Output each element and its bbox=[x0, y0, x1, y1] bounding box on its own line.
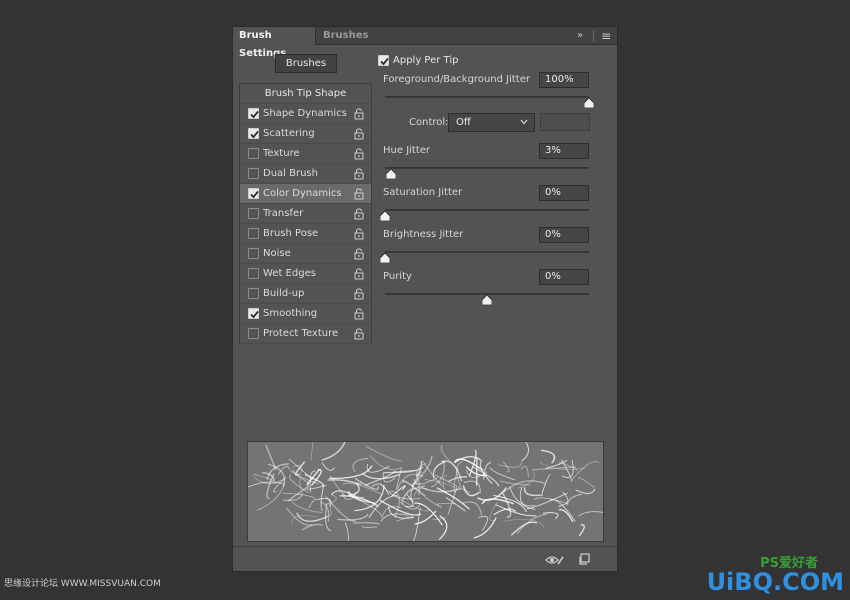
fg-bg-jitter-slider-thumb[interactable] bbox=[584, 98, 594, 108]
list-item-scattering[interactable]: Scattering bbox=[240, 124, 371, 144]
lock-icon[interactable] bbox=[353, 168, 365, 180]
list-item-color-dynamics[interactable]: Color Dynamics bbox=[240, 184, 371, 204]
lock-icon[interactable] bbox=[353, 288, 365, 300]
hue-jitter-slider-thumb[interactable] bbox=[386, 169, 397, 179]
fg-bg-jitter-input[interactable]: 100% bbox=[539, 72, 589, 88]
brush-options-list: Brush Tip Shape Shape Dynamics Scattering… bbox=[239, 83, 372, 344]
new-preset-icon[interactable] bbox=[578, 553, 590, 565]
panel-tab-bar: Brush Settings Brushes » ≡ bbox=[233, 27, 617, 59]
list-item-shape-dynamics[interactable]: Shape Dynamics bbox=[240, 104, 371, 124]
list-item-brush-pose[interactable]: Brush Pose bbox=[240, 224, 371, 244]
transfer-checkbox[interactable] bbox=[248, 208, 259, 219]
shape-dynamics-checkbox[interactable] bbox=[248, 108, 259, 119]
purity-label: Purity bbox=[383, 271, 412, 282]
noise-label: Noise bbox=[263, 248, 291, 259]
saturation-jitter-input[interactable]: 0% bbox=[539, 185, 589, 201]
checkmark-icon bbox=[250, 190, 259, 199]
hue-jitter-track[interactable] bbox=[385, 167, 589, 169]
checkmark-icon bbox=[250, 310, 259, 319]
panel-bottom-bar bbox=[233, 546, 617, 571]
purity-slider-thumb[interactable] bbox=[482, 295, 492, 305]
tab-separator bbox=[315, 27, 316, 45]
double-chevron-right-icon[interactable]: » bbox=[577, 30, 583, 42]
lock-icon[interactable] bbox=[353, 248, 365, 260]
lock-icon[interactable] bbox=[353, 328, 365, 340]
smoothing-label: Smoothing bbox=[263, 308, 318, 319]
build-up-label: Build-up bbox=[263, 288, 305, 299]
hamburger-menu-icon[interactable]: ≡ bbox=[601, 30, 611, 42]
color-dynamics-checkbox[interactable] bbox=[248, 188, 259, 199]
hue-jitter-input[interactable]: 3% bbox=[539, 143, 589, 159]
brightness-jitter-slider-thumb[interactable] bbox=[380, 253, 390, 263]
color-dynamics-label: Color Dynamics bbox=[263, 188, 342, 199]
control-select-value: Off bbox=[456, 117, 471, 128]
texture-checkbox[interactable] bbox=[248, 148, 259, 159]
brightness-jitter-track[interactable] bbox=[385, 251, 589, 253]
watermark-left: 思缘设计论坛 WWW.MISSVUAN.COM bbox=[4, 579, 161, 589]
fg-bg-jitter-track[interactable] bbox=[385, 96, 589, 98]
list-item-wet-edges[interactable]: Wet Edges bbox=[240, 264, 371, 284]
lock-icon[interactable] bbox=[353, 148, 365, 160]
wet-edges-label: Wet Edges bbox=[263, 268, 316, 279]
protect-texture-checkbox[interactable] bbox=[248, 328, 259, 339]
texture-label: Texture bbox=[263, 148, 300, 159]
brush-stroke-preview-image bbox=[248, 442, 603, 541]
protect-texture-label: Protect Texture bbox=[263, 328, 339, 339]
brightness-jitter-label: Brightness Jitter bbox=[383, 229, 464, 240]
lock-icon[interactable] bbox=[353, 128, 365, 140]
transfer-label: Transfer bbox=[263, 208, 304, 219]
build-up-checkbox[interactable] bbox=[248, 288, 259, 299]
scattering-label: Scattering bbox=[263, 128, 315, 139]
checkmark-icon bbox=[380, 57, 389, 66]
dual-brush-checkbox[interactable] bbox=[248, 168, 259, 179]
lock-icon[interactable] bbox=[353, 108, 365, 120]
list-item-smoothing[interactable]: Smoothing bbox=[240, 304, 371, 324]
eye-brush-icon[interactable] bbox=[545, 554, 565, 566]
hue-jitter-label: Hue Jitter bbox=[383, 145, 431, 156]
list-item-texture[interactable]: Texture bbox=[240, 144, 371, 164]
lock-icon[interactable] bbox=[353, 228, 365, 240]
scattering-checkbox[interactable] bbox=[248, 128, 259, 139]
lock-icon[interactable] bbox=[353, 308, 365, 320]
list-item-dual-brush[interactable]: Dual Brush bbox=[240, 164, 371, 184]
brush-settings-panel: Brush Settings Brushes » ≡ Brushes Brush… bbox=[232, 26, 618, 572]
checkmark-icon bbox=[250, 130, 259, 139]
control-label: Control: bbox=[409, 117, 449, 128]
lock-icon[interactable] bbox=[353, 208, 365, 220]
apply-per-tip-label: Apply Per Tip bbox=[393, 55, 459, 66]
fg-bg-jitter-label: Foreground/Background Jitter bbox=[383, 74, 530, 85]
list-item-transfer[interactable]: Transfer bbox=[240, 204, 371, 224]
control-amount-field bbox=[540, 113, 590, 131]
saturation-jitter-slider-thumb[interactable] bbox=[380, 211, 390, 221]
checkmark-icon bbox=[250, 110, 259, 119]
chevron-down-icon bbox=[520, 119, 528, 125]
lock-icon[interactable] bbox=[353, 268, 365, 280]
smoothing-checkbox[interactable] bbox=[248, 308, 259, 319]
noise-checkbox[interactable] bbox=[248, 248, 259, 259]
list-item-protect-texture[interactable]: Protect Texture bbox=[240, 324, 371, 344]
brush-pose-label: Brush Pose bbox=[263, 228, 319, 239]
brushes-button[interactable]: Brushes bbox=[275, 54, 337, 73]
purity-input[interactable]: 0% bbox=[539, 269, 589, 285]
tab-brush-settings[interactable]: Brush Settings bbox=[233, 27, 315, 59]
saturation-jitter-track[interactable] bbox=[385, 209, 589, 211]
saturation-jitter-label: Saturation Jitter bbox=[383, 187, 463, 198]
apply-per-tip-checkbox[interactable] bbox=[378, 55, 389, 66]
control-select[interactable]: Off bbox=[448, 113, 535, 132]
lock-icon[interactable] bbox=[353, 188, 365, 200]
brush-pose-checkbox[interactable] bbox=[248, 228, 259, 239]
shape-dynamics-label: Shape Dynamics bbox=[263, 108, 347, 119]
watermark-logo: UiBQ.COM bbox=[706, 568, 844, 596]
list-item-brush-tip-shape[interactable]: Brush Tip Shape bbox=[240, 84, 371, 104]
wet-edges-checkbox[interactable] bbox=[248, 268, 259, 279]
brightness-jitter-input[interactable]: 0% bbox=[539, 227, 589, 243]
list-item-build-up[interactable]: Build-up bbox=[240, 284, 371, 304]
tab-brushes[interactable]: Brushes bbox=[317, 27, 368, 45]
toolbar-divider bbox=[593, 30, 594, 42]
list-item-noise[interactable]: Noise bbox=[240, 244, 371, 264]
dual-brush-label: Dual Brush bbox=[263, 168, 318, 179]
brush-stroke-preview bbox=[247, 441, 604, 542]
